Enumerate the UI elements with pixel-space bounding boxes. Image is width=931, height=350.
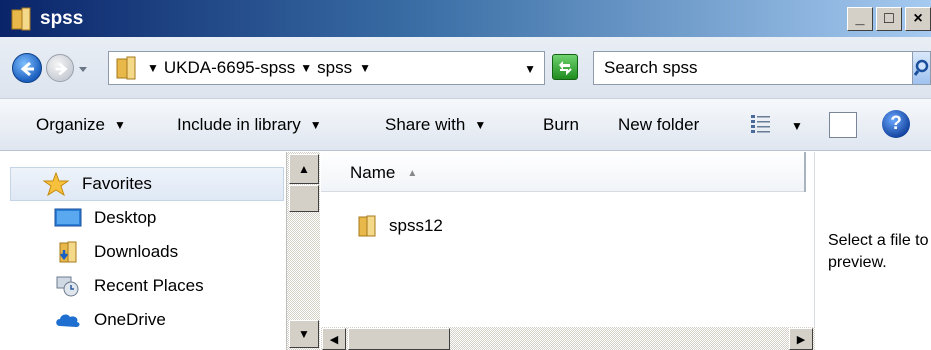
scroll-up-button[interactable]: ▲ <box>289 154 319 184</box>
scroll-left-button[interactable]: ◀ <box>322 328 346 350</box>
chevron-down-icon: ▼ <box>113 118 126 132</box>
address-row: ▼ UKDA-6695-spss ▼ spss ▼ ▼ Search spss <box>0 37 931 99</box>
search-button[interactable] <box>913 51 931 85</box>
nav-label-recent-places: Recent Places <box>94 276 204 295</box>
chevron-down-icon: ▼ <box>474 118 487 132</box>
breadcrumb: ▼ UKDA-6695-spss ▼ spss ▼ <box>147 58 376 78</box>
history-dropdown-icon[interactable] <box>78 64 88 74</box>
back-arrow-icon <box>20 61 34 77</box>
column-name-header[interactable]: Name ▲ <box>350 163 417 183</box>
star-icon <box>42 172 70 196</box>
breadcrumb-arrow-icon[interactable]: ▼ <box>300 61 312 75</box>
nav-item-downloads[interactable]: Downloads <box>54 236 178 268</box>
folder-icon <box>355 214 379 238</box>
nav-item-favorites[interactable]: Favorites <box>42 168 152 200</box>
search-icon <box>914 59 929 76</box>
change-view-icon[interactable] <box>748 111 774 137</box>
address-dropdown-icon[interactable]: ▼ <box>524 62 536 76</box>
minimize-button[interactable]: _ <box>847 7 873 31</box>
nav-label-favorites: Favorites <box>82 174 152 193</box>
view-dropdown-icon[interactable]: ▼ <box>791 119 803 133</box>
title-bar[interactable]: spss _ □ × <box>0 0 931 37</box>
maximize-button[interactable]: □ <box>876 7 902 31</box>
horizontal-scroll-thumb[interactable] <box>348 328 450 350</box>
burn-label: Burn <box>543 115 579 134</box>
recent-places-icon <box>54 274 82 298</box>
column-header: Name ▲ <box>321 152 806 192</box>
navigation-pane: Favorites Desktop Downloads Recent Place… <box>0 152 286 350</box>
file-name: spss12 <box>389 216 443 235</box>
window-controls: _ □ × <box>847 7 931 31</box>
horizontal-scrollbar[interactable]: ◀ ▶ <box>321 327 815 350</box>
nav-item-recent-places[interactable]: Recent Places <box>54 270 204 302</box>
close-button[interactable]: × <box>905 7 931 31</box>
refresh-button[interactable] <box>552 54 578 80</box>
back-button[interactable] <box>12 53 42 83</box>
breadcrumb-item-ukda[interactable]: UKDA-6695-spss <box>164 58 295 78</box>
sort-ascending-icon: ▲ <box>407 167 418 179</box>
column-name-label: Name <box>350 163 396 182</box>
breadcrumb-arrow-icon[interactable]: ▼ <box>359 61 371 75</box>
navigation-scrollbar[interactable]: ▲ ▼ <box>286 152 320 350</box>
desktop-icon <box>54 206 82 230</box>
refresh-icon <box>559 61 572 76</box>
command-bar: Organize ▼ Include in library ▼ Share wi… <box>0 99 931 151</box>
folder-icon <box>116 56 136 80</box>
preview-pane: Select a file to preview. <box>816 152 931 350</box>
burn-button[interactable]: Burn <box>543 115 579 135</box>
forward-arrow-icon <box>55 62 68 76</box>
forward-button[interactable] <box>46 54 74 82</box>
list-item[interactable]: spss12 <box>355 214 443 238</box>
folder-icon <box>11 7 31 30</box>
preview-message: Select a file to preview. <box>828 232 929 271</box>
breadcrumb-item-spss[interactable]: spss <box>317 58 352 78</box>
include-in-library-button[interactable]: Include in library ▼ <box>177 115 322 135</box>
search-input[interactable]: Search spss <box>593 51 913 85</box>
organize-button[interactable]: Organize ▼ <box>36 115 126 135</box>
share-with-label: Share with <box>385 115 466 134</box>
help-icon[interactable]: ? <box>882 110 910 138</box>
file-list-pane: Name ▲ spss12 ◀ ▶ <box>321 152 815 350</box>
address-bar[interactable]: ▼ UKDA-6695-spss ▼ spss ▼ ▼ <box>108 51 545 85</box>
cloud-icon <box>54 308 82 332</box>
nav-item-desktop[interactable]: Desktop <box>54 202 156 234</box>
scroll-thumb[interactable] <box>289 185 319 212</box>
breadcrumb-arrow-icon[interactable]: ▼ <box>147 61 159 75</box>
nav-label-onedrive: OneDrive <box>94 310 166 329</box>
new-folder-label: New folder <box>618 115 700 134</box>
column-divider[interactable] <box>804 152 806 192</box>
new-folder-button[interactable]: New folder <box>618 115 699 135</box>
share-with-button[interactable]: Share with ▼ <box>385 115 486 135</box>
window-title: spss <box>40 7 84 29</box>
scroll-right-button[interactable]: ▶ <box>789 328 813 350</box>
include-in-library-label: Include in library <box>177 115 301 134</box>
nav-label-downloads: Downloads <box>94 242 179 261</box>
chevron-down-icon: ▼ <box>309 118 322 132</box>
downloads-icon <box>54 240 82 264</box>
search-placeholder: Search spss <box>604 58 698 77</box>
nav-label-desktop: Desktop <box>94 208 157 227</box>
scroll-down-button[interactable]: ▼ <box>289 320 319 348</box>
preview-pane-icon[interactable] <box>829 112 857 138</box>
organize-label: Organize <box>36 115 105 134</box>
nav-item-onedrive[interactable]: OneDrive <box>54 304 166 336</box>
